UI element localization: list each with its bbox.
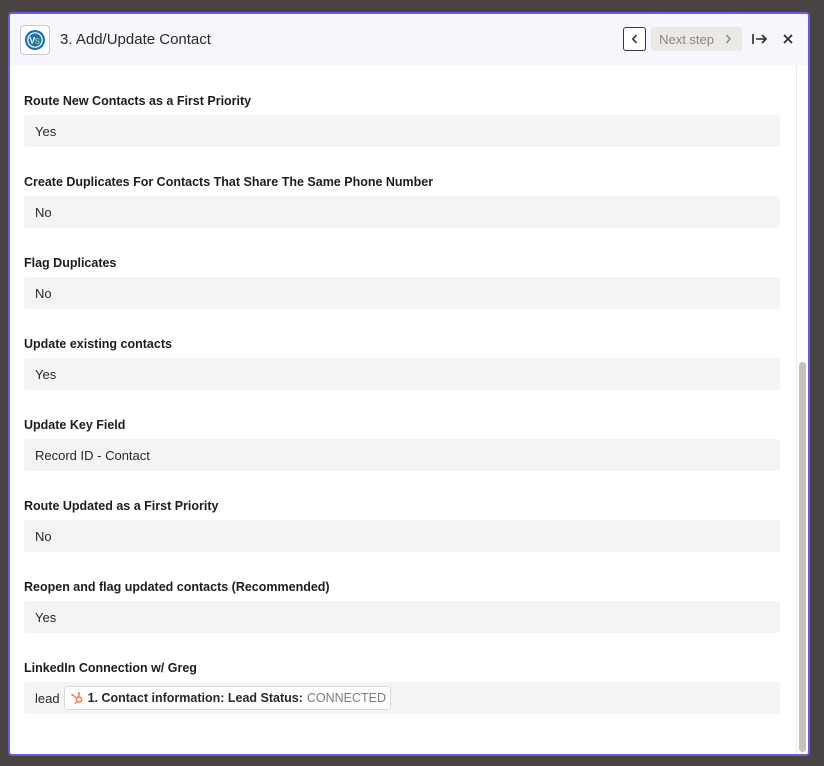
close-icon xyxy=(783,34,793,44)
field-update-existing: Update existing contacts Yes xyxy=(24,336,780,390)
field-value[interactable]: Yes xyxy=(24,115,780,147)
arrow-to-right-icon xyxy=(752,34,768,44)
fields-list: Route New Contacts as a First Priority Y… xyxy=(10,65,796,754)
field-label: LinkedIn Connection w/ Greg xyxy=(24,661,197,675)
scrollbar[interactable] xyxy=(796,65,808,754)
close-button[interactable] xyxy=(778,27,798,51)
pill-value: CONNECTED xyxy=(306,691,387,705)
field-route-new-contacts: Route New Contacts as a First Priority Y… xyxy=(24,93,780,147)
hubspot-icon xyxy=(70,692,82,705)
field-label: Route New Contacts as a First Priority xyxy=(24,94,252,108)
field-value[interactable]: Yes xyxy=(24,601,780,633)
next-step-button[interactable]: Next step xyxy=(651,27,742,51)
field-route-updated: Route Updated as a First Priority No xyxy=(24,498,780,552)
field-label: Update Key Field xyxy=(24,418,126,432)
step-editor-panel: V S 3. Add/Update Contact Next step Rout… xyxy=(8,12,810,756)
field-value[interactable]: No xyxy=(24,196,780,228)
field-value-prefix: lead xyxy=(35,690,60,706)
field-label: Reopen and flag updated contacts (Recomm… xyxy=(24,580,330,594)
field-value[interactable]: lead 1. Contact information: Lead Status… xyxy=(24,682,780,714)
field-flag-duplicates: Flag Duplicates No xyxy=(24,255,780,309)
mapped-field-pill[interactable]: 1. Contact information: Lead Status: CON… xyxy=(63,686,392,710)
field-create-duplicates: Create Duplicates For Contacts That Shar… xyxy=(24,174,780,228)
next-step-label: Next step xyxy=(659,31,714,47)
svg-text:S: S xyxy=(35,37,41,46)
app-logo-icon: V S xyxy=(20,24,50,55)
field-label: Route Updated as a First Priority xyxy=(24,499,219,513)
field-label: Flag Duplicates xyxy=(24,256,117,270)
chevron-right-icon xyxy=(725,34,731,44)
panel-header: V S 3. Add/Update Contact Next step xyxy=(10,14,808,65)
field-update-key: Update Key Field Record ID - Contact xyxy=(24,417,780,471)
field-label: Update existing contacts xyxy=(24,337,172,351)
collapse-panel-button[interactable] xyxy=(750,27,770,51)
field-value[interactable]: No xyxy=(24,277,780,309)
previous-step-button[interactable] xyxy=(623,27,647,51)
field-linkedin-connection: LinkedIn Connection w/ Greg lead 1. Cont… xyxy=(24,660,780,714)
field-label: Create Duplicates For Contacts That Shar… xyxy=(24,175,434,189)
field-value[interactable]: No xyxy=(24,520,780,552)
scrollbar-thumb[interactable] xyxy=(799,362,806,752)
page-title: 3. Add/Update Contact xyxy=(60,31,211,48)
field-reopen-flag: Reopen and flag updated contacts (Recomm… xyxy=(24,579,780,633)
field-value[interactable]: Yes xyxy=(24,358,780,390)
field-value[interactable]: Record ID - Contact xyxy=(24,439,780,471)
pill-label: 1. Contact information: Lead Status: xyxy=(87,691,303,705)
chevron-left-icon xyxy=(631,34,637,44)
